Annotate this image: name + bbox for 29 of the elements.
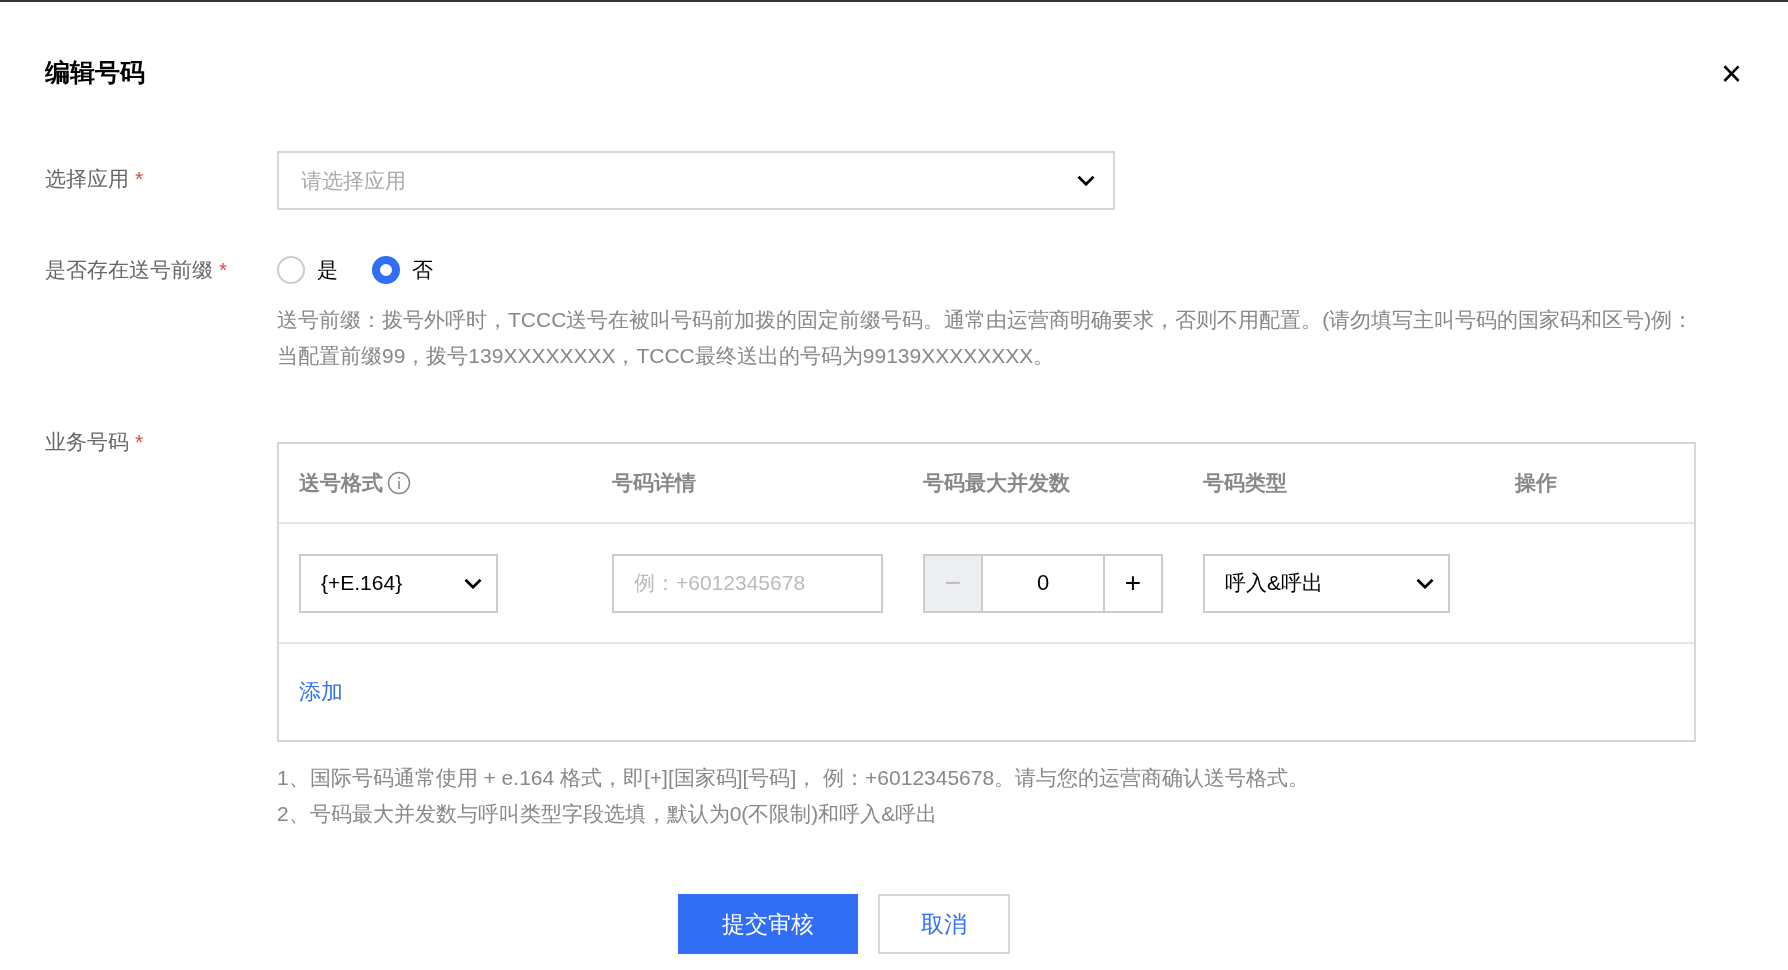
dialog-title: 编辑号码 <box>45 57 145 88</box>
field-label: 业务号码 <box>45 430 129 453</box>
note-text: 1、国际号码通常使用 + e.164 格式，即[+][国家码][号码]， 例：+6012345678。请与您的运营商确认送号格式。 <box>277 765 1311 791</box>
column-header: 送号格式 <box>299 469 411 497</box>
column-header: 操作 <box>1515 470 1557 496</box>
chevron-down-icon <box>464 577 482 589</box>
field-label: 是否存在送号前缀 <box>45 258 213 281</box>
column-header: 号码详情 <box>612 470 696 496</box>
required-mark: * <box>219 258 228 281</box>
field-label: 选择应用 <box>45 167 129 190</box>
column-header: 号码类型 <box>1203 470 1287 496</box>
type-select[interactable]: 呼入&呼出 <box>1203 553 1450 613</box>
chevron-down-icon <box>1077 175 1095 186</box>
format-select[interactable]: {+E.164} <box>299 553 498 613</box>
submit-button[interactable]: 提交审核 <box>678 894 858 954</box>
column-header: 号码最大并发数 <box>923 470 1070 496</box>
cancel-button[interactable]: 取消 <box>878 894 1010 954</box>
increment-button[interactable]: + <box>1103 553 1163 613</box>
number-input[interactable]: 例：+6012345678 <box>612 553 883 613</box>
add-link[interactable]: 添加 <box>299 677 343 707</box>
close-button[interactable]: × <box>1720 56 1742 92</box>
chevron-down-icon <box>1416 577 1434 589</box>
radio-option[interactable]: 否 <box>372 256 433 284</box>
radio-option[interactable]: 是 <box>277 256 338 284</box>
note-text: 2、号码最大并发数与呼叫类型字段选填，默认为0(不限制)和呼入&呼出 <box>277 801 939 827</box>
info-icon <box>387 471 411 495</box>
required-mark: * <box>135 430 144 453</box>
help-text: 送号前缀：拨号外呼时，TCCC送号在被叫号码前加拨的固定前缀号码。通常由运营商明确要求，否则不用配置。(请勿填写主叫号码的国家码和区号)例：当配置前缀99，拨号139XXXXXXXX，TCCC最终送出的号码为99139XXXXXXXX。 <box>277 307 1695 369</box>
required-mark: * <box>135 167 144 190</box>
